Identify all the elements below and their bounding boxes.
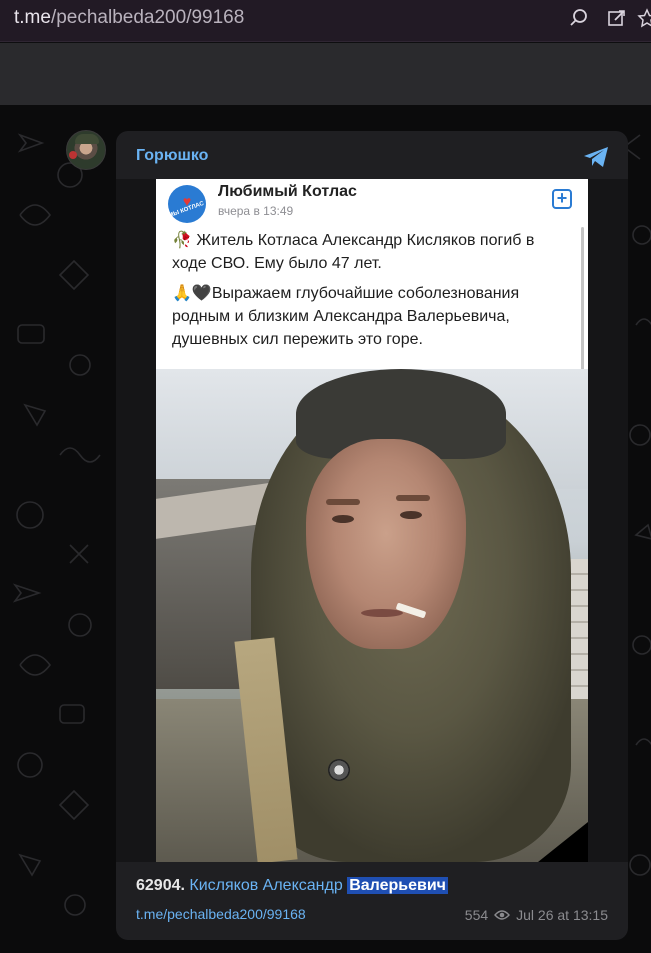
vk-group-avatar: ♥ МЫ КОТЛАС xyxy=(168,185,206,223)
edit-share-icon[interactable] xyxy=(604,5,630,31)
search-zoom-icon[interactable] xyxy=(566,5,592,31)
message-author[interactable]: Горюшко xyxy=(136,147,208,165)
url-path: /pechalbeda200/99168 xyxy=(50,7,245,28)
caption-name-link[interactable]: Кисляков Александр xyxy=(189,877,342,894)
vk-post-screenshot: ♥ МЫ КОТЛАС Любимый Котлас вчера в 13:49… xyxy=(156,179,588,862)
address-bar[interactable]: t.me/pechalbeda200/99168 xyxy=(0,0,651,42)
caption-number: 62904. xyxy=(136,877,185,894)
vk-add-icon: + xyxy=(552,189,572,209)
message-caption: 62904. Кисляков Александр Валерьевич xyxy=(136,877,448,895)
star-icon[interactable] xyxy=(634,5,651,31)
post-link[interactable]: t.me/pechalbeda200/99168 xyxy=(136,906,306,922)
vk-post-time: вчера в 13:49 xyxy=(218,204,294,218)
avatar-badge xyxy=(69,151,77,159)
url-host: t.me xyxy=(14,7,51,28)
vk-group-name: Любимый Котлас xyxy=(218,183,357,200)
message-bubble: Горюшко ♥ МЫ КОТЛАС Любимый Котлас вчера… xyxy=(116,131,628,940)
view-count: 554 xyxy=(464,907,489,923)
selfie-image xyxy=(156,369,588,862)
toolbar-strip xyxy=(0,43,651,105)
vk-post-text-1: 🥀 Житель Котласа Александр Кисляков поги… xyxy=(172,232,535,272)
message-meta: 554 Jul 26 at 13:15 xyxy=(465,907,608,923)
post-photo[interactable]: ♥ МЫ КОТЛАС Любимый Котлас вчера в 13:49… xyxy=(116,179,628,862)
avatar-cap xyxy=(75,134,99,144)
sender-avatar[interactable] xyxy=(66,130,106,170)
url-text[interactable]: t.me/pechalbeda200/99168 xyxy=(14,7,244,29)
eye-icon xyxy=(494,910,511,920)
vk-post-text-2: 🙏🖤Выражаем глубочайшие соболезнования ро… xyxy=(172,285,520,348)
caption-highlight[interactable]: Валерьевич xyxy=(347,877,448,894)
telegram-plane-icon[interactable] xyxy=(580,143,612,171)
message-date: Jul 26 at 13:15 xyxy=(516,907,608,923)
